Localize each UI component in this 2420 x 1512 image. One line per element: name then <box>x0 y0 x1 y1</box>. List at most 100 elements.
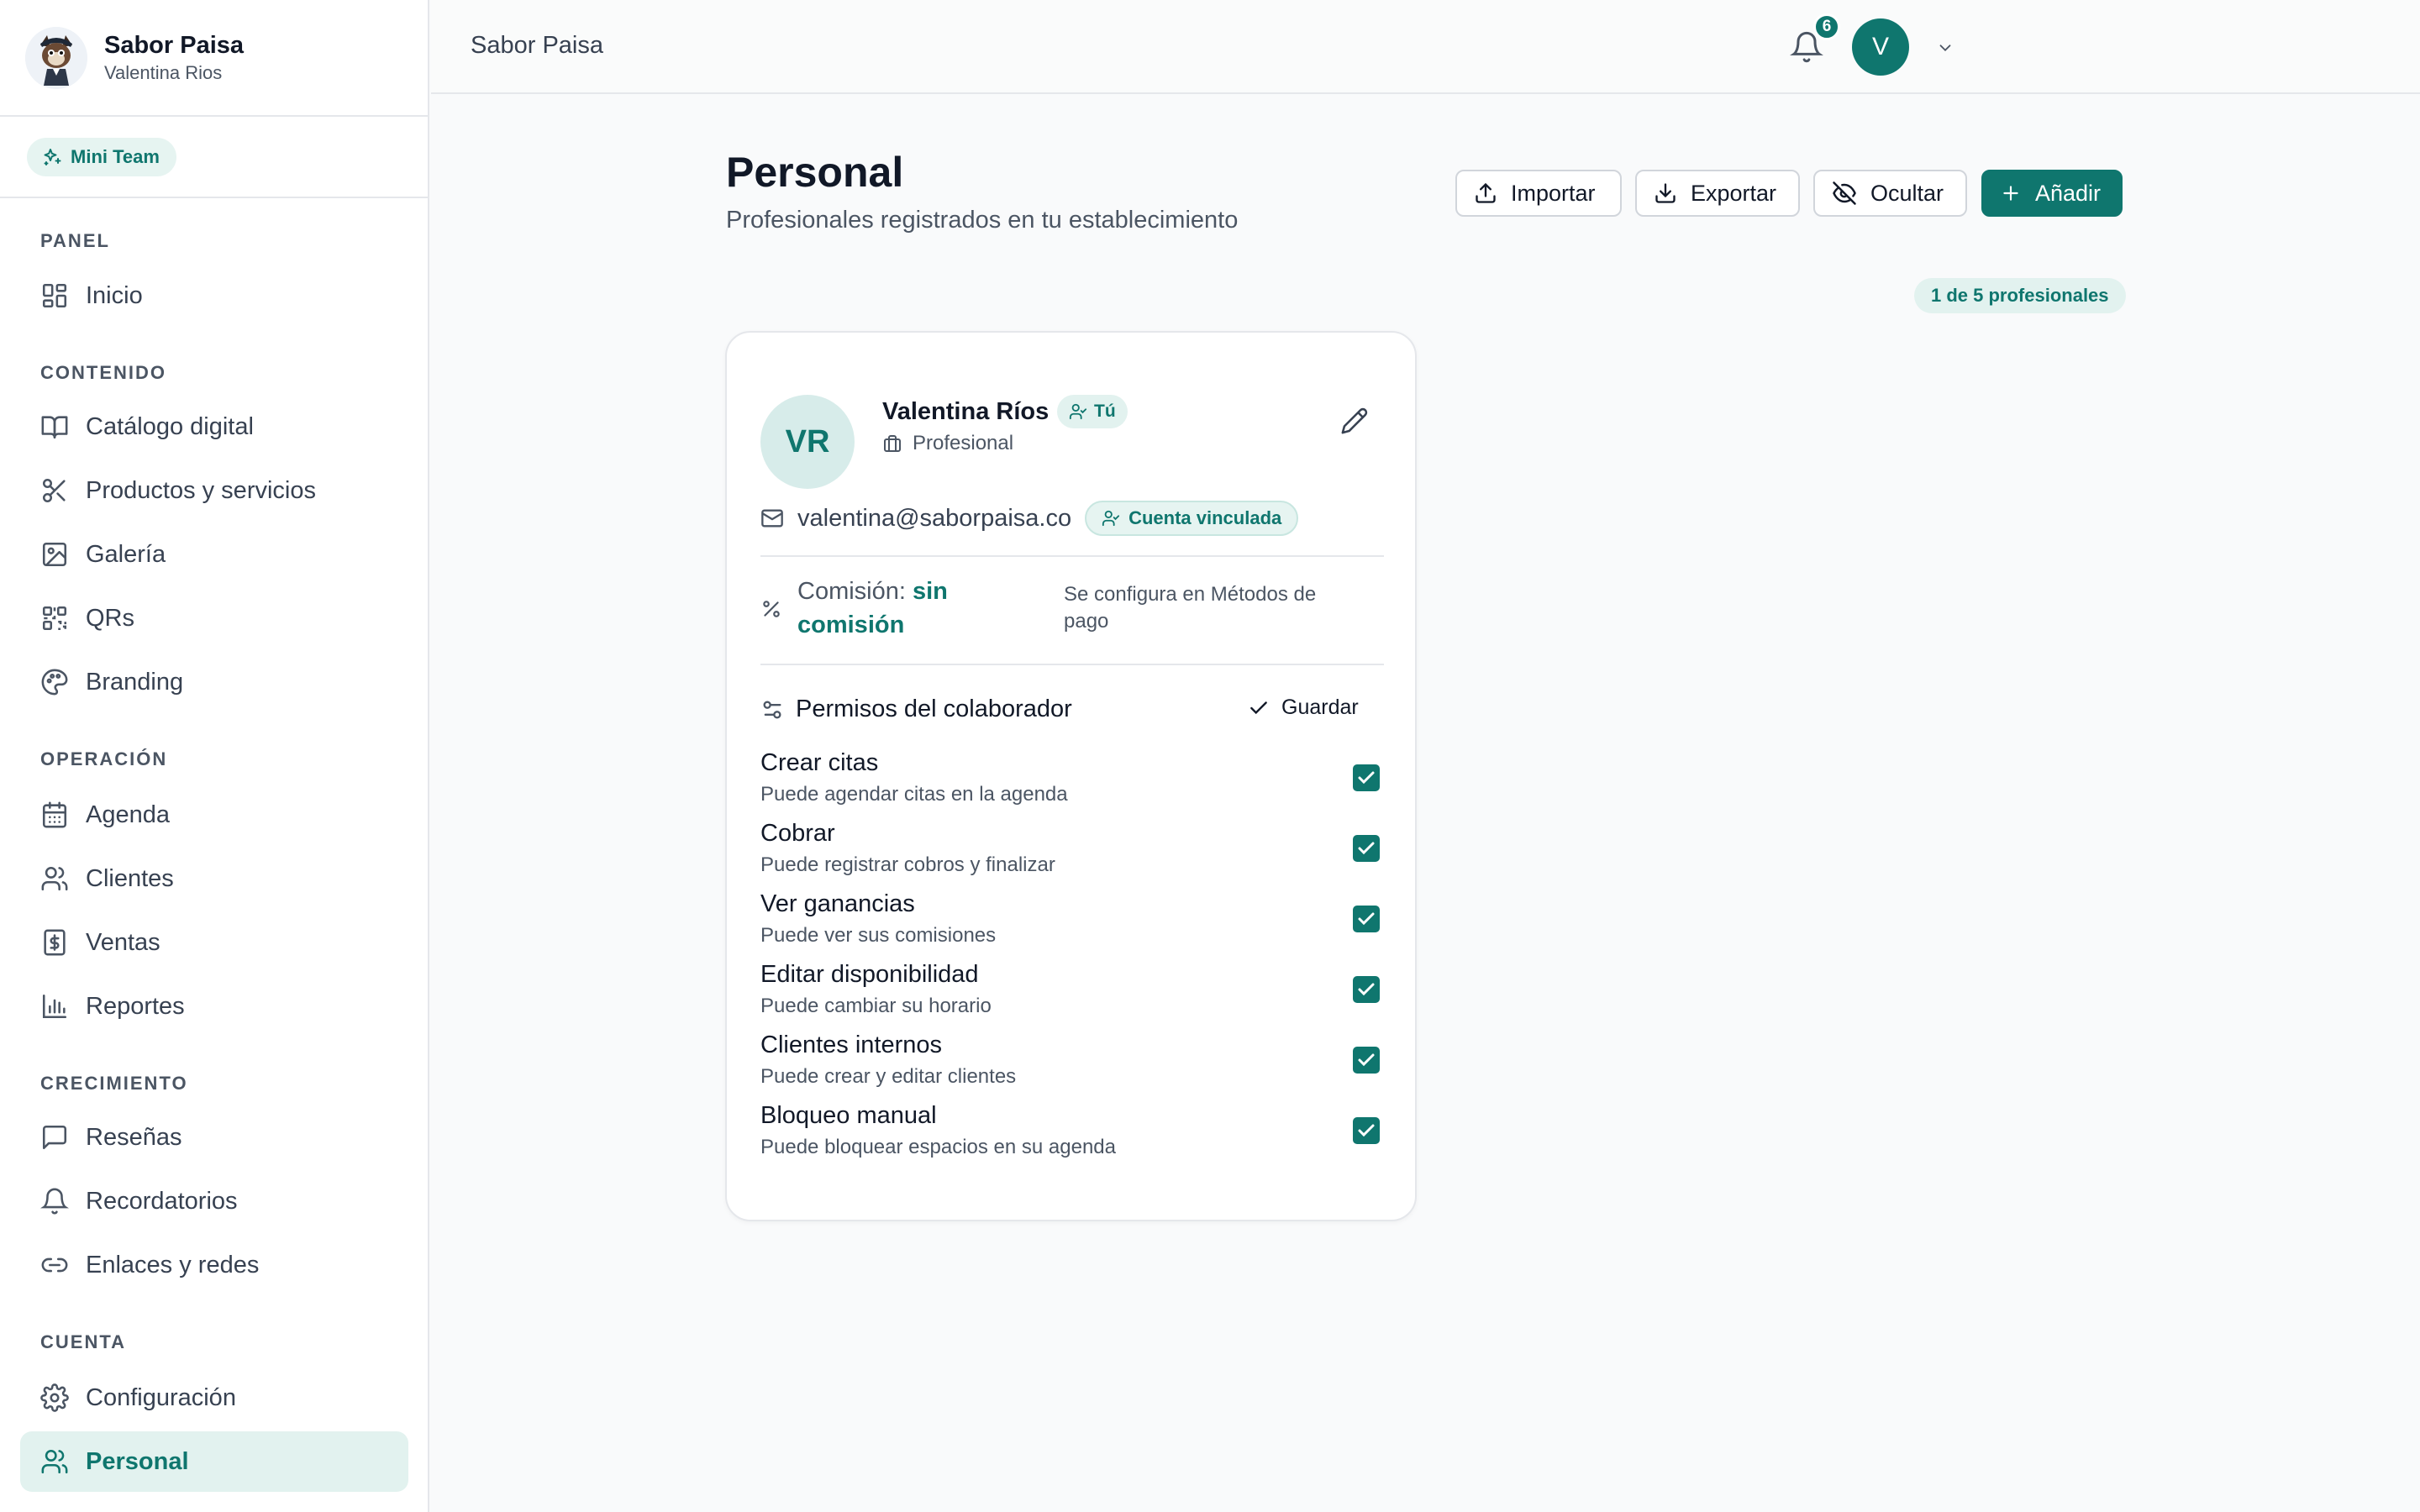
upload-icon <box>1476 182 1496 203</box>
divider <box>760 555 1384 557</box>
import-button[interactable]: Importar <box>1455 170 1622 217</box>
dashboard-icon <box>42 283 67 308</box>
sidebar-item-label: Catálogo digital <box>86 412 254 440</box>
scissors-icon <box>42 478 66 503</box>
brand-user: Valentina Rios <box>104 61 223 83</box>
briefcase-icon <box>884 435 901 452</box>
sidebar-item-recordatorios[interactable]: Recordatorios <box>20 1171 408 1231</box>
image-icon <box>42 542 67 567</box>
export-button[interactable]: Exportar <box>1635 170 1800 217</box>
permission-editar-disponibilidad: Editar disponibilidad Puede cambiar su h… <box>760 961 1384 1028</box>
sidebar-item-productos[interactable]: Productos y servicios <box>20 460 408 521</box>
permission-checkbox[interactable] <box>1353 835 1380 862</box>
permission-cobrar: Cobrar Puede registrar cobros y finaliza… <box>760 820 1384 887</box>
permission-desc: Puede agendar citas en la agenda <box>760 783 1068 806</box>
check-icon <box>1358 1124 1375 1137</box>
linked-account-label: Cuenta vinculada <box>1128 507 1282 528</box>
check-icon <box>1358 912 1375 926</box>
hide-label: Ocultar <box>1870 180 1944 206</box>
sidebar-item-label: Inicio <box>86 281 143 309</box>
permission-desc: Puede cambiar su horario <box>760 995 992 1017</box>
check-icon <box>1358 983 1375 996</box>
brand-logo <box>25 26 87 89</box>
brand-header[interactable]: Sabor Paisa Valentina Rios <box>0 0 428 117</box>
commission-info: Comisión: sin comisión <box>797 575 982 642</box>
staff-card: VR Valentina Ríos Tú Profesional valenti… <box>725 331 1417 1221</box>
sidebar-item-resenas[interactable]: Reseñas <box>20 1107 408 1168</box>
page-subtitle: Profesionales registrados en tu establec… <box>726 207 1239 234</box>
link-icon <box>41 1257 68 1273</box>
book-icon <box>41 416 68 439</box>
user-avatar[interactable]: V <box>1852 18 1909 76</box>
permissions-header: Permisos del colaborador <box>760 696 1072 723</box>
add-label: Añadir <box>2035 180 2102 206</box>
permission-checkbox[interactable] <box>1353 1117 1380 1144</box>
plan-badge[interactable]: Mini Team <box>27 137 176 176</box>
qr-icon <box>42 606 67 631</box>
section-title-crecimiento: CRECIMIENTO <box>40 1073 188 1094</box>
calendar-icon <box>42 801 67 828</box>
staff-email: valentina@saborpaisa.co <box>797 504 1072 532</box>
dollar-icon <box>44 929 66 956</box>
sidebar-item-label: Galería <box>86 540 166 568</box>
users-icon <box>41 866 68 891</box>
sidebar-item-label: Reseñas <box>86 1123 182 1151</box>
count-badge: 1 de 5 profesionales <box>1914 278 2126 313</box>
section-title-cuenta: CUENTA <box>40 1331 127 1352</box>
pencil-icon <box>1341 407 1368 434</box>
download-icon <box>1655 183 1676 203</box>
sidebar-item-personal[interactable]: Personal <box>20 1431 408 1492</box>
permission-crear-citas: Crear citas Puede agendar citas en la ag… <box>760 749 1384 816</box>
sidebar-item-galeria[interactable]: Galería <box>20 524 408 585</box>
permission-checkbox[interactable] <box>1353 1047 1380 1074</box>
permission-checkbox[interactable] <box>1353 764 1380 791</box>
brand-name: Sabor Paisa <box>104 31 245 59</box>
sidebar-item-label: Configuración <box>86 1383 236 1411</box>
check-icon <box>1358 1053 1375 1067</box>
permission-checkbox[interactable] <box>1353 906 1380 932</box>
sidebar-item-label: Reportes <box>86 992 185 1020</box>
sidebar-item-branding[interactable]: Branding <box>20 652 408 712</box>
sidebar-item-reportes[interactable]: Reportes <box>20 976 408 1037</box>
sidebar-item-catalogo[interactable]: Catálogo digital <box>20 396 408 457</box>
check-icon <box>1358 771 1375 785</box>
permissions-title: Permisos del colaborador <box>796 696 1072 722</box>
hide-button[interactable]: Ocultar <box>1813 170 1967 217</box>
you-badge-label: Tú <box>1094 402 1116 421</box>
section-title-contenido: CONTENIDO <box>40 362 166 383</box>
permission-checkbox[interactable] <box>1353 976 1380 1003</box>
sidebar-item-label: Recordatorios <box>86 1187 238 1215</box>
user-menu-toggle[interactable] <box>1936 39 1954 57</box>
check-icon <box>1358 842 1375 855</box>
permission-label: Bloqueo manual <box>760 1102 937 1129</box>
sidebar-item-ventas[interactable]: Ventas <box>20 912 408 973</box>
sidebar-item-label: Clientes <box>86 864 174 892</box>
sidebar-item-label: Productos y servicios <box>86 476 316 504</box>
permission-label: Cobrar <box>760 820 835 847</box>
sidebar-item-label: Ventas <box>86 928 160 956</box>
plan-label: Mini Team <box>71 145 160 167</box>
sidebar-item-configuracion[interactable]: Configuración <box>20 1368 408 1428</box>
edit-staff-button[interactable] <box>1340 407 1369 435</box>
sidebar-item-inicio[interactable]: Inicio <box>20 265 408 326</box>
bell-icon <box>40 1188 69 1215</box>
add-button[interactable]: Añadir <box>1981 170 2123 217</box>
eye-off-icon <box>1833 181 1856 205</box>
permission-clientes-internos: Clientes internos Puede crear y editar c… <box>760 1032 1384 1099</box>
user-check-icon <box>1069 403 1087 420</box>
permission-label: Crear citas <box>760 749 879 776</box>
permission-desc: Puede ver sus comisiones <box>760 924 997 947</box>
sidebar-item-agenda[interactable]: Agenda <box>20 785 408 845</box>
sidebar-item-enlaces[interactable]: Enlaces y redes <box>20 1235 408 1295</box>
staff-role-label: Profesional <box>913 432 1014 454</box>
sidebar-item-clientes[interactable]: Clientes <box>20 848 408 909</box>
permission-desc: Puede bloquear espacios en su agenda <box>760 1136 1116 1158</box>
sidebar-item-qrs[interactable]: QRs <box>20 588 408 648</box>
permission-desc: Puede crear y editar clientes <box>760 1065 1017 1088</box>
message-icon <box>42 1125 67 1150</box>
section-title-panel: PANEL <box>40 230 110 251</box>
save-button[interactable]: Guardar <box>1248 696 1359 720</box>
plus-icon <box>2003 186 2018 201</box>
section-title-operacion: OPERACIÓN <box>40 748 168 769</box>
page-title: Personal <box>726 149 904 196</box>
